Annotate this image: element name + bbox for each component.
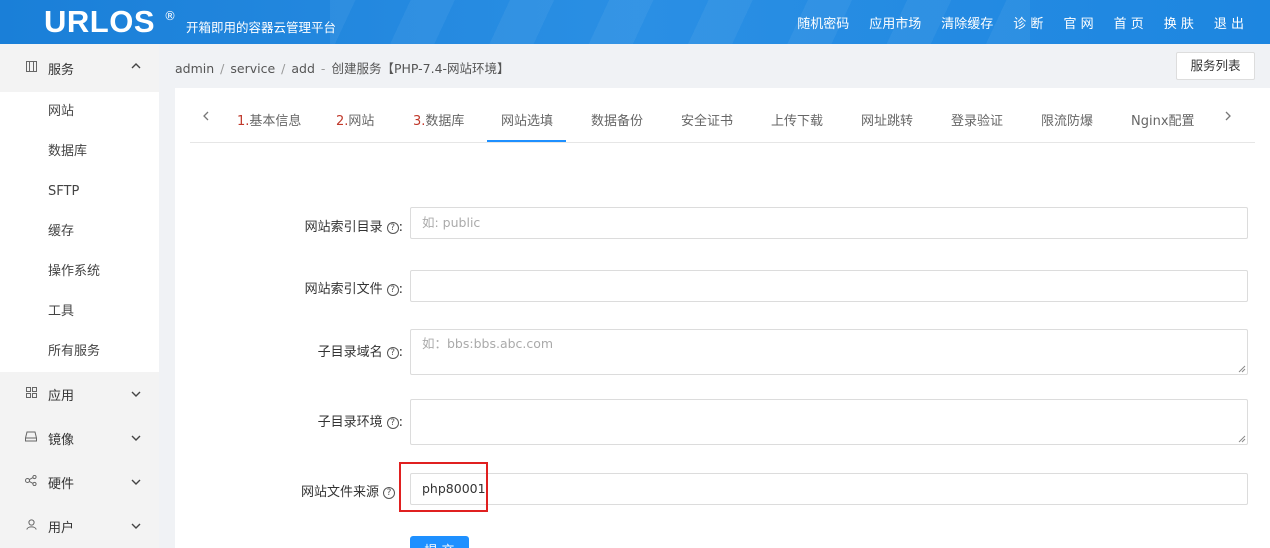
tab-ssl-cert[interactable]: 安全证书 bbox=[681, 110, 733, 129]
nav-clear-cache[interactable]: 清除缓存 bbox=[941, 13, 993, 32]
sidebar-group-service[interactable]: 服务 bbox=[0, 44, 159, 92]
chevron-down-icon bbox=[131, 432, 141, 445]
top-bar: URLOS ® 开箱即用的容器云管理平台 随机密码 应用市场 清除缓存 诊 断 … bbox=[0, 0, 1270, 44]
subdir-domain-textarea[interactable]: 如：bbs:bbs.abc.com bbox=[410, 329, 1248, 375]
sidebar-group-label: 应用 bbox=[48, 388, 75, 404]
help-icon[interactable]: ? bbox=[386, 284, 399, 296]
sidebar-group-label: 硬件 bbox=[48, 476, 75, 492]
tab-upload-download[interactable]: 上传下载 bbox=[771, 110, 823, 129]
tab-nginx-config[interactable]: Nginx配置 bbox=[1131, 110, 1195, 129]
grid-icon bbox=[24, 61, 38, 75]
subdir-domain-label: 子目录域名?: bbox=[317, 345, 403, 360]
slogan: 开箱即用的容器云管理平台 bbox=[186, 20, 337, 35]
sidebar-item-os[interactable]: 操作系统 bbox=[0, 252, 159, 292]
sidebar-group-label: 镜像 bbox=[48, 432, 75, 448]
tab-prev-arrow-icon[interactable] bbox=[202, 110, 210, 126]
tab-next-arrow-icon[interactable] bbox=[1224, 110, 1232, 126]
user-icon bbox=[24, 519, 38, 533]
breadcrumb-admin[interactable]: admin bbox=[175, 61, 214, 76]
sidebar-group-images[interactable]: 镜像 bbox=[0, 416, 159, 460]
index-dir-label: 网站索引目录?: bbox=[304, 220, 403, 235]
chevron-down-icon bbox=[131, 388, 141, 401]
help-icon[interactable]: ? bbox=[386, 222, 399, 234]
tab-rate-limit[interactable]: 限流防爆 bbox=[1041, 110, 1093, 129]
resize-handle-icon[interactable] bbox=[1238, 365, 1246, 373]
nav-random-password[interactable]: 随机密码 bbox=[797, 13, 849, 32]
chevron-down-icon bbox=[131, 520, 141, 533]
file-source-label: 网站文件来源? bbox=[301, 481, 395, 500]
sidebar-group-users[interactable]: 用户 bbox=[0, 504, 159, 548]
resize-handle-icon[interactable] bbox=[1238, 435, 1246, 443]
breadcrumb-bar: admin / service / add - 创建服务【PHP-7.4-网站环境】 服务列… bbox=[159, 44, 1270, 88]
chevron-down-icon bbox=[131, 476, 141, 489]
index-dir-input[interactable]: 如: public bbox=[410, 207, 1248, 239]
nav-official-site[interactable]: 官 网 bbox=[1063, 13, 1093, 32]
share-icon bbox=[24, 474, 38, 489]
sidebar-item-tools[interactable]: 工具 bbox=[0, 292, 159, 332]
help-icon[interactable]: ? bbox=[386, 417, 399, 429]
active-tab-indicator bbox=[487, 140, 566, 142]
breadcrumb-service[interactable]: service bbox=[230, 61, 275, 76]
main-content: admin / service / add - 创建服务【PHP-7.4-网站环境】 服务列… bbox=[159, 44, 1270, 548]
disk-icon bbox=[24, 431, 38, 445]
sidebar-item-database[interactable]: 数据库 bbox=[0, 132, 159, 172]
breadcrumb-add: add bbox=[291, 61, 315, 76]
nav-skin[interactable]: 换 肤 bbox=[1164, 13, 1194, 32]
help-icon[interactable]: ? bbox=[386, 347, 399, 359]
sidebar-group-apps[interactable]: 应用 bbox=[0, 372, 159, 416]
page-title: 创建服务【PHP-7.4-网站环境】 bbox=[331, 61, 510, 76]
tab-url-redirect[interactable]: 网址跳转 bbox=[861, 110, 913, 129]
submit-button[interactable]: 提 交 bbox=[410, 536, 469, 548]
tab-website[interactable]: 2.网站 bbox=[336, 110, 374, 129]
sidebar-item-sftp[interactable]: SFTP bbox=[0, 172, 159, 212]
nav-diagnose[interactable]: 诊 断 bbox=[1013, 13, 1043, 32]
subdir-env-textarea[interactable] bbox=[410, 399, 1248, 445]
sidebar-item-website[interactable]: 网站 bbox=[0, 92, 159, 132]
tab-database[interactable]: 3.数据库 bbox=[413, 110, 464, 129]
logo[interactable]: URLOS bbox=[44, 4, 155, 40]
sidebar-item-cache[interactable]: 缓存 bbox=[0, 212, 159, 252]
nav-home[interactable]: 首 页 bbox=[1114, 13, 1144, 32]
sidebar: 服务 网站 数据库 SFTP 缓存 操作系统 工具 所有服务 应用 镜像 硬件 … bbox=[0, 44, 159, 548]
nav-app-market[interactable]: 应用市场 bbox=[869, 13, 921, 32]
sidebar-submenu: 网站 数据库 SFTP 缓存 操作系统 工具 所有服务 bbox=[0, 92, 159, 372]
service-list-button[interactable]: 服务列表 bbox=[1176, 52, 1255, 80]
tab-basic-info[interactable]: 1.基本信息 bbox=[237, 110, 301, 129]
registered-mark: ® bbox=[164, 9, 176, 23]
form-card: 1.基本信息 2.网站 3.数据库 网站选填 数据备份 安全证书 上传下载 网址… bbox=[175, 88, 1270, 548]
subdir-env-label: 子目录环境?: bbox=[317, 415, 403, 430]
help-icon[interactable]: ? bbox=[383, 487, 395, 499]
index-file-input[interactable] bbox=[410, 270, 1248, 302]
nav-logout[interactable]: 退 出 bbox=[1214, 13, 1244, 32]
tab-login-auth[interactable]: 登录验证 bbox=[951, 110, 1003, 129]
sidebar-group-label: 服务 bbox=[48, 62, 75, 78]
file-source-input[interactable]: php80001 bbox=[410, 473, 1248, 505]
breadcrumb: admin / service / add - 创建服务【PHP-7.4-网站环境】 bbox=[175, 58, 510, 77]
sidebar-group-label: 用户 bbox=[48, 520, 75, 536]
apps-icon bbox=[24, 387, 38, 401]
sidebar-group-hardware[interactable]: 硬件 bbox=[0, 460, 159, 504]
sidebar-item-all-services[interactable]: 所有服务 bbox=[0, 332, 159, 372]
breadcrumb-separator: / bbox=[220, 61, 225, 76]
breadcrumb-separator: / bbox=[281, 61, 286, 76]
highlight-box bbox=[399, 462, 488, 512]
top-nav: 随机密码 应用市场 清除缓存 诊 断 官 网 首 页 换 肤 退 出 bbox=[777, 0, 1244, 44]
index-file-label: 网站索引文件?: bbox=[304, 282, 403, 297]
chevron-up-icon bbox=[131, 60, 141, 73]
tab-bar: 1.基本信息 2.网站 3.数据库 网站选填 数据备份 安全证书 上传下载 网址… bbox=[190, 100, 1255, 143]
tab-website-optional[interactable]: 网站选填 bbox=[501, 110, 553, 129]
breadcrumb-dash: - bbox=[320, 61, 326, 76]
tab-data-backup[interactable]: 数据备份 bbox=[591, 110, 643, 129]
